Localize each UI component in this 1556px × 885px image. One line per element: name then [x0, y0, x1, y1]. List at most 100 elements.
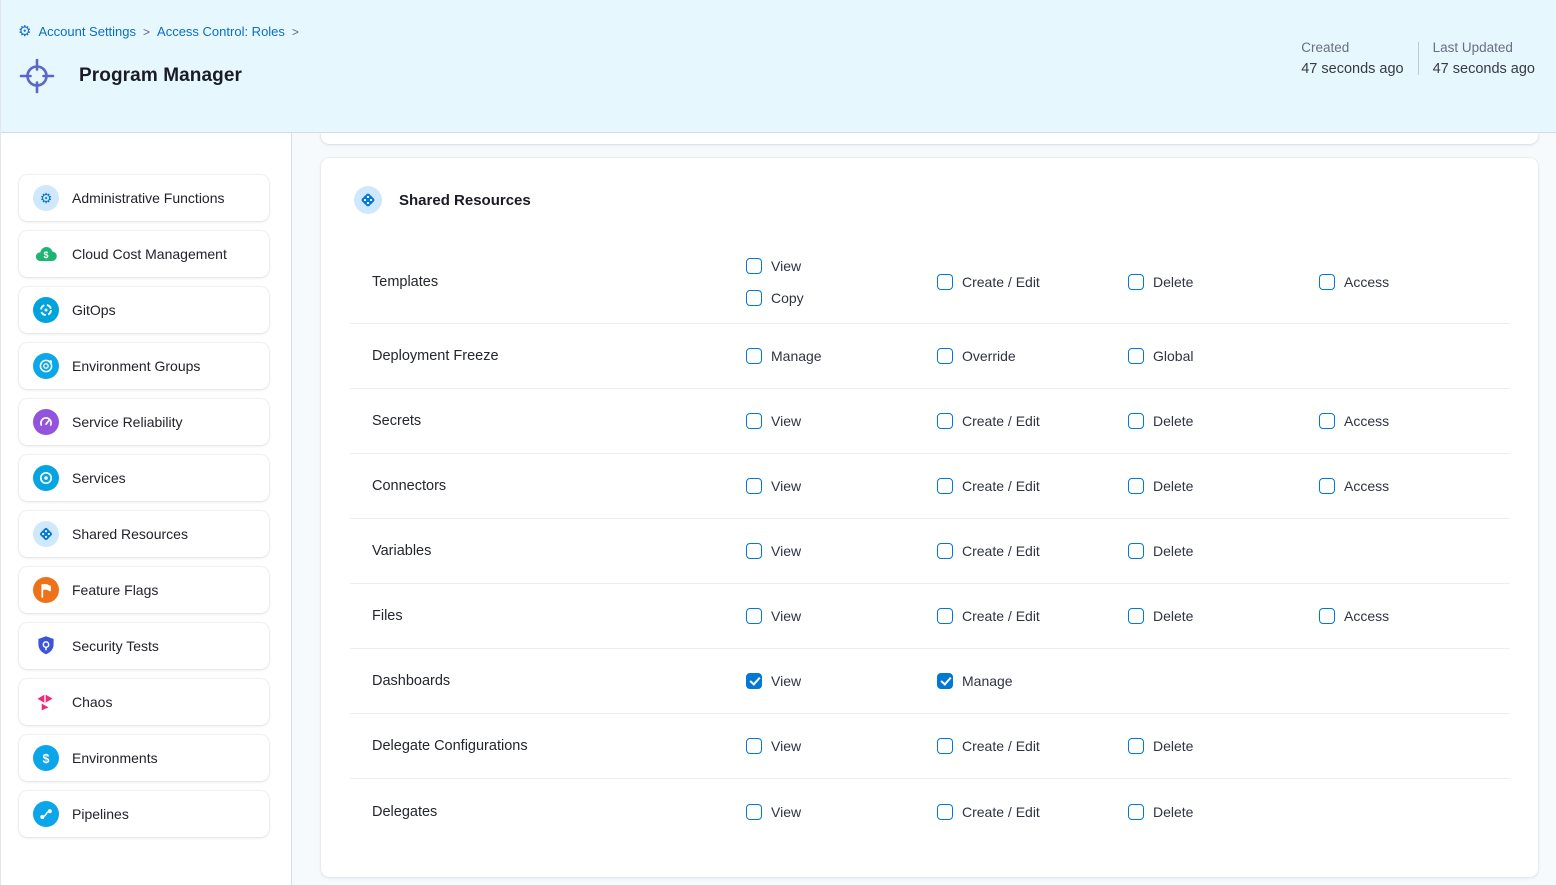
perm-cell: Delete	[1128, 413, 1319, 429]
breadcrumb-access-control-roles[interactable]: Access Control: Roles	[157, 24, 285, 39]
perm-item: Delete	[1128, 608, 1319, 624]
perm-cell: Create / Edit	[937, 608, 1128, 624]
perm-cell: ViewCopy	[746, 258, 937, 306]
checkbox-files-delete[interactable]	[1128, 608, 1144, 624]
page-title: Program Manager	[79, 65, 242, 87]
permission-label: Delete	[1153, 478, 1193, 494]
env-groups-icon	[33, 353, 59, 379]
perm-cell: Create / Edit	[937, 804, 1128, 820]
sidebar-item-label: Chaos	[72, 694, 112, 710]
checkbox-secrets-create-edit[interactable]	[937, 413, 953, 429]
panel-header: Shared Resources	[350, 186, 1510, 214]
checkbox-delegate-configurations-view[interactable]	[746, 738, 762, 754]
resource-label: Deployment Freeze	[350, 348, 746, 364]
perm-item: Copy	[746, 290, 937, 306]
checkbox-connectors-delete[interactable]	[1128, 478, 1144, 494]
sidebar-item-pipelines[interactable]: Pipelines	[19, 791, 269, 837]
checkbox-delegate-configurations-delete[interactable]	[1128, 738, 1144, 754]
checkbox-connectors-create-edit[interactable]	[937, 478, 953, 494]
checkbox-variables-delete[interactable]	[1128, 543, 1144, 559]
checkbox-files-access[interactable]	[1319, 608, 1335, 624]
sidebar-item-feature-flags[interactable]: Feature Flags	[19, 567, 269, 613]
resource-label: Delegates	[350, 804, 746, 820]
perm-item: Manage	[937, 673, 1128, 689]
breadcrumb-account-settings[interactable]: Account Settings	[38, 24, 136, 39]
permission-label: Create / Edit	[962, 478, 1040, 494]
sidebar-item-label: Services	[72, 470, 126, 486]
perm-cell: Access	[1319, 478, 1510, 494]
perm-cell: Create / Edit	[937, 413, 1128, 429]
sidebar-item-cloud-cost-management[interactable]: $Cloud Cost Management	[19, 231, 269, 277]
perm-cell: Override	[937, 348, 1128, 364]
checkbox-files-create-edit[interactable]	[937, 608, 953, 624]
checkbox-delegate-configurations-create-edit[interactable]	[937, 738, 953, 754]
perm-item: Global	[1128, 348, 1319, 364]
checkbox-templates-delete[interactable]	[1128, 274, 1144, 290]
sidebar-item-security-tests[interactable]: Security Tests	[19, 623, 269, 669]
checkbox-connectors-access[interactable]	[1319, 478, 1335, 494]
perm-cell: Create / Edit	[937, 543, 1128, 559]
perm-item: Delete	[1128, 478, 1319, 494]
checkbox-secrets-access[interactable]	[1319, 413, 1335, 429]
perm-item: Override	[937, 348, 1128, 364]
checkbox-templates-copy[interactable]	[746, 290, 762, 306]
checkbox-secrets-view[interactable]	[746, 413, 762, 429]
checkbox-delegates-create-edit[interactable]	[937, 804, 953, 820]
perm-row-files: FilesViewCreate / EditDeleteAccess	[350, 584, 1510, 649]
role-crosshair-icon	[17, 56, 57, 96]
sidebar-item-services[interactable]: Services	[19, 455, 269, 501]
sidebar-item-shared-resources[interactable]: Shared Resources	[19, 511, 269, 557]
sidebar-item-service-reliability[interactable]: Service Reliability	[19, 399, 269, 445]
checkbox-templates-view[interactable]	[746, 258, 762, 274]
perm-cell: Manage	[746, 348, 937, 364]
gauge-icon	[33, 409, 59, 435]
sidebar-item-environment-groups[interactable]: Environment Groups	[19, 343, 269, 389]
checkbox-deployment-freeze-manage[interactable]	[746, 348, 762, 364]
perm-cell: Access	[1319, 274, 1510, 290]
perm-item: Create / Edit	[937, 608, 1128, 624]
checkbox-delegates-view[interactable]	[746, 804, 762, 820]
checkbox-deployment-freeze-global[interactable]	[1128, 348, 1144, 364]
perm-item: Delete	[1128, 413, 1319, 429]
permission-label: Delete	[1153, 738, 1193, 754]
checkbox-deployment-freeze-override[interactable]	[937, 348, 953, 364]
permission-label: Delete	[1153, 543, 1193, 559]
checkbox-secrets-delete[interactable]	[1128, 413, 1144, 429]
sidebar-item-administrative-functions[interactable]: ⚙Administrative Functions	[19, 175, 269, 221]
checkbox-dashboards-manage[interactable]	[937, 673, 953, 689]
checkbox-files-view[interactable]	[746, 608, 762, 624]
perm-item: Delete	[1128, 738, 1319, 754]
checkbox-dashboards-view[interactable]	[746, 673, 762, 689]
permission-label: Copy	[771, 290, 804, 306]
content-area: ⚙Administrative Functions $Cloud Cost Man…	[1, 133, 1556, 885]
breadcrumb: ⚙ Account Settings > Access Control: Rol…	[18, 24, 299, 39]
sidebar-item-gitops[interactable]: GitOps	[19, 287, 269, 333]
perm-cell: View	[746, 478, 937, 494]
perm-cell: Create / Edit	[937, 274, 1128, 290]
permission-label: Create / Edit	[962, 413, 1040, 429]
last-updated-block: Last Updated 47 seconds ago	[1419, 40, 1549, 77]
perm-item: Access	[1319, 274, 1510, 290]
sidebar-item-label: Shared Resources	[72, 526, 188, 542]
checkbox-templates-create-edit[interactable]	[937, 274, 953, 290]
sidebar-item-label: Feature Flags	[72, 582, 158, 598]
permission-label: View	[771, 608, 801, 624]
breadcrumb-separator: >	[143, 25, 150, 39]
permission-label: Access	[1344, 608, 1389, 624]
created-value: 47 seconds ago	[1301, 61, 1403, 77]
cloud-dollar-icon: $	[33, 241, 59, 267]
checkbox-connectors-view[interactable]	[746, 478, 762, 494]
perm-cell: View	[746, 804, 937, 820]
checkbox-delegates-delete[interactable]	[1128, 804, 1144, 820]
checkbox-variables-create-edit[interactable]	[937, 543, 953, 559]
perm-item: View	[746, 738, 937, 754]
sidebar-item-chaos[interactable]: Chaos	[19, 679, 269, 725]
checkbox-variables-view[interactable]	[746, 543, 762, 559]
role-meta: Created 47 seconds ago Last Updated 47 s…	[1287, 40, 1549, 77]
checkbox-templates-access[interactable]	[1319, 274, 1335, 290]
permission-label: View	[771, 543, 801, 559]
perm-item: Create / Edit	[937, 478, 1128, 494]
sidebar-item-environments[interactable]: $Environments	[19, 735, 269, 781]
perm-cell: Access	[1319, 608, 1510, 624]
perm-cell: View	[746, 543, 937, 559]
